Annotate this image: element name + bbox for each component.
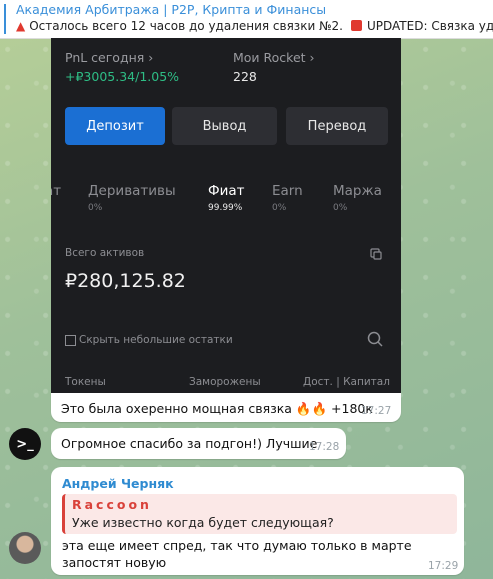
hide-small-label: Скрыть небольшие остатки: [79, 334, 233, 346]
rocket-label: Мои Rocket ›: [233, 50, 315, 65]
message-bubble-reply[interactable]: Андрей Черняк Raccoon Уже известно когда…: [51, 467, 464, 575]
channel-title: Академия Арбитража | P2P, Крипта и Финан…: [16, 2, 327, 17]
tab-label: Фиат: [208, 183, 245, 199]
tab-fiat: Фиат 99.99%: [208, 183, 245, 213]
tab-percent: 99.99%: [208, 203, 243, 213]
message-text: Это была охеренно мощная связка 🔥🔥 +180к: [61, 401, 373, 416]
pinned-message-text: ▲ Осталось всего 12 часов до удаления свя…: [16, 19, 493, 33]
tab-label: Деривативы: [88, 183, 176, 199]
transfer-button: Перевод: [286, 107, 388, 145]
column-header-available: Дост. | Капитал: [303, 376, 390, 388]
tab-label: ат: [51, 183, 62, 199]
column-header-tokens: Токены: [65, 376, 106, 388]
avatar[interactable]: [9, 532, 41, 564]
quote-text: Уже известно когда будет следующая?: [72, 515, 334, 530]
tab-partial: ат: [51, 183, 61, 199]
warning-icon: ▲: [16, 19, 26, 33]
message-bubble[interactable]: Огромное спасибо за подгон!) Лучшие 17:2…: [51, 428, 346, 459]
hide-small-balances: Скрыть небольшие остатки: [65, 334, 233, 346]
pinned-accent-bar: [4, 4, 6, 34]
column-header-frozen: Заморожены: [189, 376, 261, 388]
total-assets-value: ₽280,125.82: [65, 270, 186, 292]
tab-label: Earn: [272, 183, 303, 199]
avatar[interactable]: >_: [9, 428, 41, 460]
pnl-value: +₽3005.34/1.05%: [65, 69, 180, 84]
tab-percent: 0%: [88, 203, 103, 213]
tab-derivatives: Деривативы 0%: [88, 183, 176, 213]
withdraw-button: Вывод: [172, 107, 277, 145]
tab-percent: 0%: [272, 203, 287, 213]
pinned-message-line: Осталось всего 12 часов до удаления связ…: [29, 19, 343, 33]
message-time: 17:29: [428, 560, 459, 572]
message-time: 17:28: [309, 441, 340, 453]
tab-margin: Маржа 0%: [333, 183, 382, 213]
red-square-icon: [350, 20, 362, 31]
rocket-value: 228: [233, 69, 257, 84]
quote-sender-name: Raccoon: [72, 497, 152, 512]
message-text: Огромное спасибо за подгон!) Лучшие: [61, 436, 318, 451]
message-time: 17:27: [361, 405, 392, 417]
pinned-message-line-2: UPDATED: Связка удале: [366, 19, 493, 33]
tab-earn: Earn 0%: [272, 183, 303, 213]
checkbox-icon: [65, 334, 76, 346]
search-icon: [367, 331, 383, 347]
exchange-screenshot-image[interactable]: PnL сегодня › +₽3005.34/1.05% Мои Rocket…: [51, 38, 401, 393]
total-assets-label: Всего активов: [65, 247, 145, 259]
pnl-label: PnL сегодня ›: [65, 50, 154, 65]
copy-icon: [370, 248, 382, 260]
tab-percent: 0%: [333, 203, 348, 213]
sender-name[interactable]: Андрей Черняк: [62, 476, 174, 491]
reply-quote[interactable]: Raccoon Уже известно когда будет следующ…: [62, 494, 457, 534]
message-text: эта еще имеет спред, так что думаю тольк…: [62, 538, 412, 570]
message-bubble[interactable]: Это была охеренно мощная связка 🔥🔥 +180к…: [51, 393, 401, 422]
pinned-message-bar[interactable]: Академия Арбитража | P2P, Крипта и Финан…: [0, 0, 493, 39]
tab-label: Маржа: [333, 183, 382, 199]
deposit-button: Депозит: [65, 107, 165, 145]
